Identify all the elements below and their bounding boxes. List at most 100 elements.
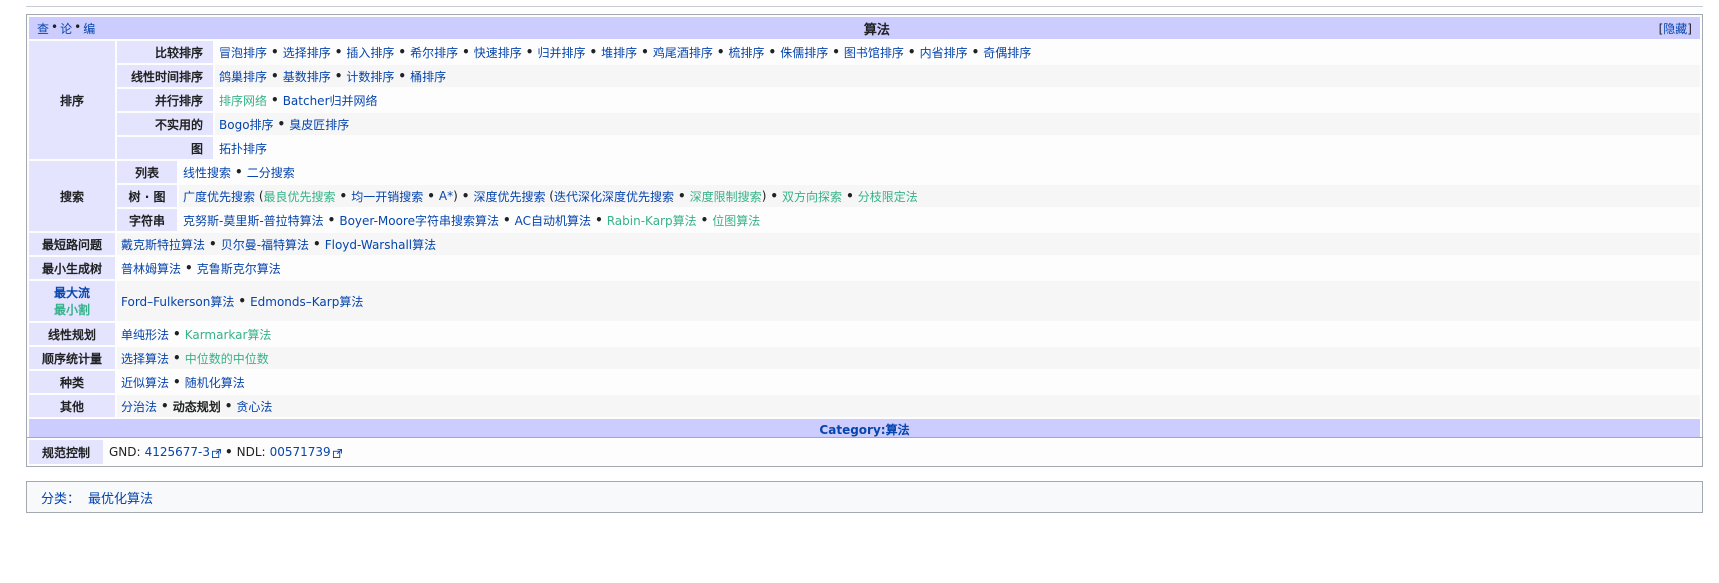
list-item-link[interactable]: 二分搜索 [247, 164, 295, 181]
list-item-link[interactable]: 冒泡排序 [219, 44, 267, 61]
list-item-link[interactable]: 贪心法 [236, 398, 272, 415]
min-cut-link[interactable]: 最小割 [54, 301, 90, 318]
list-item-link[interactable]: 排序网络 [219, 92, 267, 109]
list-item-link[interactable]: Rabin-Karp算法 [607, 212, 697, 229]
list-item-link[interactable]: 梳排序 [729, 44, 765, 61]
group-sorting: 排序 比较排序 冒泡排序 • 选择排序 • 插入排序 • 希尔排序 • 快速排序 • 归并… [29, 41, 1700, 159]
list-item-link[interactable]: 均一开销搜索 [351, 188, 423, 205]
row-label: 比较排序 [117, 41, 213, 63]
navbox-title-bar: 查 • 论 • 编 算法 [隐藏] [29, 17, 1700, 39]
row-label: 线性时间排序 [117, 65, 213, 87]
authority-label: 规范控制 [29, 440, 103, 464]
list-item-link[interactable]: 希尔排序 [410, 44, 458, 61]
group-order-statistics: 顺序统计量 选择算法 • 中位数的中位数 [29, 347, 1700, 369]
group-other: 其他 分治法 • 动态规划 • 贪心法 [29, 395, 1700, 417]
list-item-link[interactable]: 单纯形法 [121, 326, 169, 343]
view-link[interactable]: 查 [37, 20, 49, 37]
list-item-link[interactable]: 桶排序 [410, 68, 446, 85]
list-item-link[interactable]: 拓扑排序 [219, 140, 267, 157]
list-item-link[interactable]: 堆排序 [601, 44, 637, 61]
category-algorithms-link[interactable]: Category:算法 [819, 421, 909, 438]
row-list: 单纯形法 • Karmarkar算法 [117, 323, 1700, 345]
list-item-link[interactable]: 图书馆排序 [844, 44, 904, 61]
list-item-link[interactable]: 选择排序 [283, 44, 331, 61]
group-label-sorting: 排序 [29, 41, 115, 159]
row-list: 排序网络 • Batcher归并网络 [215, 89, 1700, 111]
vte-separator: • [74, 19, 82, 34]
list-item-link[interactable]: 戴克斯特拉算法 [121, 236, 205, 253]
list-item-link[interactable]: 分治法 [121, 398, 157, 415]
list-item-link[interactable]: 臭皮匠排序 [289, 116, 349, 133]
gnd-label: GND: [109, 445, 141, 459]
list-item-link[interactable]: 计数排序 [346, 68, 394, 85]
row-linear-sort: 线性时间排序 鸽巢排序 • 基数排序 • 计数排序 • 桶排序 [117, 65, 1700, 87]
row-list: 克努斯-莫里斯-普拉特算法 • Boyer-Moore字符串搜索算法 • AC自动机… [179, 209, 1700, 231]
gnd-link[interactable]: 4125677-3 [145, 445, 210, 459]
edit-link[interactable]: 编 [83, 20, 95, 37]
list-item-link[interactable]: 内省排序 [920, 44, 968, 61]
list-item-link[interactable]: 克努斯-莫里斯-普拉特算法 [183, 212, 324, 229]
list-item-link[interactable]: 最良优先搜索 [264, 188, 336, 205]
list-item-link[interactable]: 分枝限定法 [858, 188, 918, 205]
group-label: 最短路问题 [29, 233, 115, 255]
list-item-link[interactable]: 克鲁斯克尔算法 [197, 260, 281, 277]
group-linear-programming: 线性规划 单纯形法 • Karmarkar算法 [29, 323, 1700, 345]
group-label: 其他 [29, 395, 115, 417]
group-kinds: 种类 近似算法 • 随机化算法 [29, 371, 1700, 393]
group-search: 搜索 列表 线性搜索 • 二分搜索 树 · 图 广度优先搜索 ( 最良优先搜索 • … [29, 161, 1700, 231]
hide-toggle-label[interactable]: 隐藏 [1663, 22, 1687, 36]
vte-links: 查 • 论 • 编 [37, 20, 95, 37]
list-item-link[interactable]: Bogo排序 [219, 116, 274, 133]
hide-toggle[interactable]: [隐藏] [1659, 20, 1692, 37]
list-item-link[interactable]: Ford–Fulkerson算法 [121, 293, 234, 310]
list-item-link[interactable]: 归并排序 [537, 44, 585, 61]
current-page-text: 动态规划 [172, 399, 221, 414]
list-item-link[interactable]: 奇偶排序 [983, 44, 1031, 61]
row-label: 并行排序 [117, 89, 213, 111]
list-item-link[interactable]: 双方向探索 [782, 188, 842, 205]
ndl-link[interactable]: 00571739 [270, 445, 331, 459]
list-item-link[interactable]: 深度优先搜索 [473, 188, 545, 205]
list-item-link[interactable]: 中位数的中位数 [185, 350, 269, 367]
list-item-link[interactable]: Floyd-Warshall算法 [325, 236, 436, 253]
list-item-link[interactable]: 广度优先搜索 [183, 188, 255, 205]
list-item-link[interactable]: 随机化算法 [185, 374, 245, 391]
list-item-link[interactable]: 插入排序 [346, 44, 394, 61]
list-item-link[interactable]: Batcher归并网络 [283, 92, 378, 109]
row-list-search: 列表 线性搜索 • 二分搜索 [117, 161, 1700, 183]
list-item-link[interactable]: 鸽巢排序 [219, 68, 267, 85]
row-comparison-sort: 比较排序 冒泡排序 • 选择排序 • 插入排序 • 希尔排序 • 快速排序 • 归并排序 •… [117, 41, 1700, 63]
talk-link[interactable]: 论 [60, 20, 72, 37]
group-label-search: 搜索 [29, 161, 115, 231]
list-item-link[interactable]: 位图算法 [712, 212, 760, 229]
list-item-link[interactable]: 快速排序 [474, 44, 522, 61]
list-item-link[interactable]: 深度限制搜索 [690, 188, 762, 205]
list-item-link[interactable]: 选择算法 [121, 350, 169, 367]
list-item-link[interactable]: 近似算法 [121, 374, 169, 391]
list-item-link[interactable]: 普林姆算法 [121, 260, 181, 277]
list-item-link[interactable]: 侏儒排序 [780, 44, 828, 61]
list-item-link[interactable]: Karmarkar算法 [185, 326, 272, 343]
categories-label-link[interactable]: 分类： [41, 488, 80, 507]
group-mst: 最小生成树 普林姆算法 • 克鲁斯克尔算法 [29, 257, 1700, 279]
external-link-icon [332, 448, 342, 458]
row-list: 分治法 • 动态规划 • 贪心法 [117, 395, 1700, 417]
row-list: 广度优先搜索 ( 最良优先搜索 • 均一开销搜索 • A* ) • 深度优先搜索 ( … [179, 185, 1700, 207]
list-item-link[interactable]: AC自动机算法 [515, 212, 591, 229]
list-item-link[interactable]: A* [439, 189, 453, 203]
list-item-link[interactable]: Boyer-Moore字符串搜索算法 [339, 212, 499, 229]
list-item-link[interactable]: 迭代深化深度优先搜索 [554, 188, 674, 205]
list-item-link[interactable]: 贝尔曼-福特算法 [221, 236, 309, 253]
navbox-title: 算法 [863, 22, 890, 38]
category-link[interactable]: 最优化算法 [88, 488, 153, 507]
authority-control: 规范控制 GND: 4125677-3 • NDL: 00571739 [26, 437, 1703, 467]
list-item-link[interactable]: 线性搜索 [183, 164, 231, 181]
max-flow-link[interactable]: 最大流 [54, 284, 90, 301]
row-label: 字符串 [117, 209, 177, 231]
row-list: 选择算法 • 中位数的中位数 [117, 347, 1700, 369]
row-list: 线性搜索 • 二分搜索 [179, 161, 1700, 183]
list-item-link[interactable]: Edmonds–Karp算法 [250, 293, 363, 310]
list-item-link[interactable]: 基数排序 [283, 68, 331, 85]
row-list: 普林姆算法 • 克鲁斯克尔算法 [117, 257, 1700, 279]
list-item-link[interactable]: 鸡尾酒排序 [653, 44, 713, 61]
